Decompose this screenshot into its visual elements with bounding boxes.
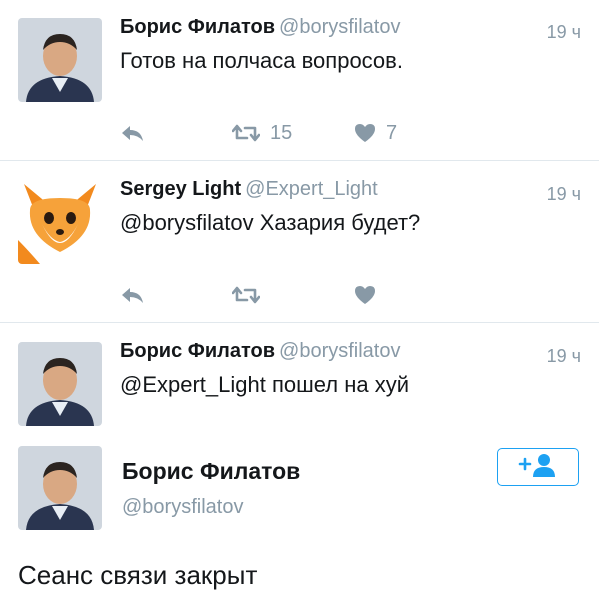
follow-button[interactable] — [497, 448, 579, 486]
timestamp[interactable]: 19 ч — [547, 22, 581, 43]
profile-avatar[interactable] — [18, 446, 102, 530]
tweet-2[interactable]: Sergey Light @Expert_Light 19 ч @borysfil… — [0, 176, 599, 326]
reply-button[interactable] — [120, 120, 146, 146]
reply-button[interactable] — [120, 282, 146, 308]
closing-text: Сеанс связи закрыт — [18, 560, 258, 590]
like-count: 7 — [386, 121, 398, 144]
tweet-header: Борис Филатов @borysfilatov — [120, 16, 401, 39]
author-name[interactable]: Sergey Light — [120, 178, 241, 200]
divider — [0, 322, 599, 323]
author-handle[interactable]: @borysfilatov — [279, 340, 400, 362]
tweet-header: Sergey Light @Expert_Light — [120, 178, 378, 201]
profile-handle: @borysfilatov — [122, 496, 244, 518]
timestamp[interactable]: 19 ч — [547, 184, 581, 205]
like-button[interactable] — [354, 282, 376, 308]
author-handle[interactable]: @Expert_Light — [245, 178, 378, 200]
tweet-text: Готов на полчаса вопросов. — [120, 48, 403, 73]
avatar[interactable] — [18, 18, 102, 102]
heart-icon — [354, 285, 376, 305]
retweet-icon — [232, 284, 260, 306]
tweet-1[interactable]: Борис Филатов @borysfilatov 19 ч Готов на… — [0, 14, 599, 164]
tweet-header: Борис Филатов @borysfilatov — [120, 340, 401, 363]
tweet-text: @borysfilatov Хазария будет? — [120, 210, 421, 235]
profile-name: Борис Филатов — [122, 458, 301, 484]
tweet-actions — [120, 282, 420, 312]
tweet-text: @Expert_Light пошел на хуй — [120, 372, 410, 397]
author-handle[interactable]: @borysfilatov — [279, 16, 400, 38]
reply-icon — [120, 284, 146, 306]
reply-icon — [120, 122, 146, 144]
like-button[interactable]: 7 — [354, 120, 397, 146]
avatar[interactable] — [18, 180, 102, 264]
divider — [0, 160, 599, 161]
author-name[interactable]: Борис Филатов — [120, 340, 275, 362]
retweet-count: 15 — [270, 121, 293, 144]
add-user-icon — [518, 452, 558, 483]
tweet-actions: 15 7 — [120, 120, 420, 150]
retweet-icon — [232, 122, 260, 144]
avatar[interactable] — [18, 342, 102, 426]
retweet-button[interactable] — [232, 282, 260, 308]
author-name[interactable]: Борис Филатов — [120, 16, 275, 38]
timestamp[interactable]: 19 ч — [547, 346, 581, 367]
retweet-button[interactable]: 15 — [232, 120, 292, 146]
heart-icon — [354, 123, 376, 143]
tweet-3[interactable]: Борис Филатов @borysfilatov 19 ч @Expert_… — [0, 338, 599, 438]
profile-card: Борис Филатов @borysfilatov Сеанс связи … — [0, 438, 599, 595]
